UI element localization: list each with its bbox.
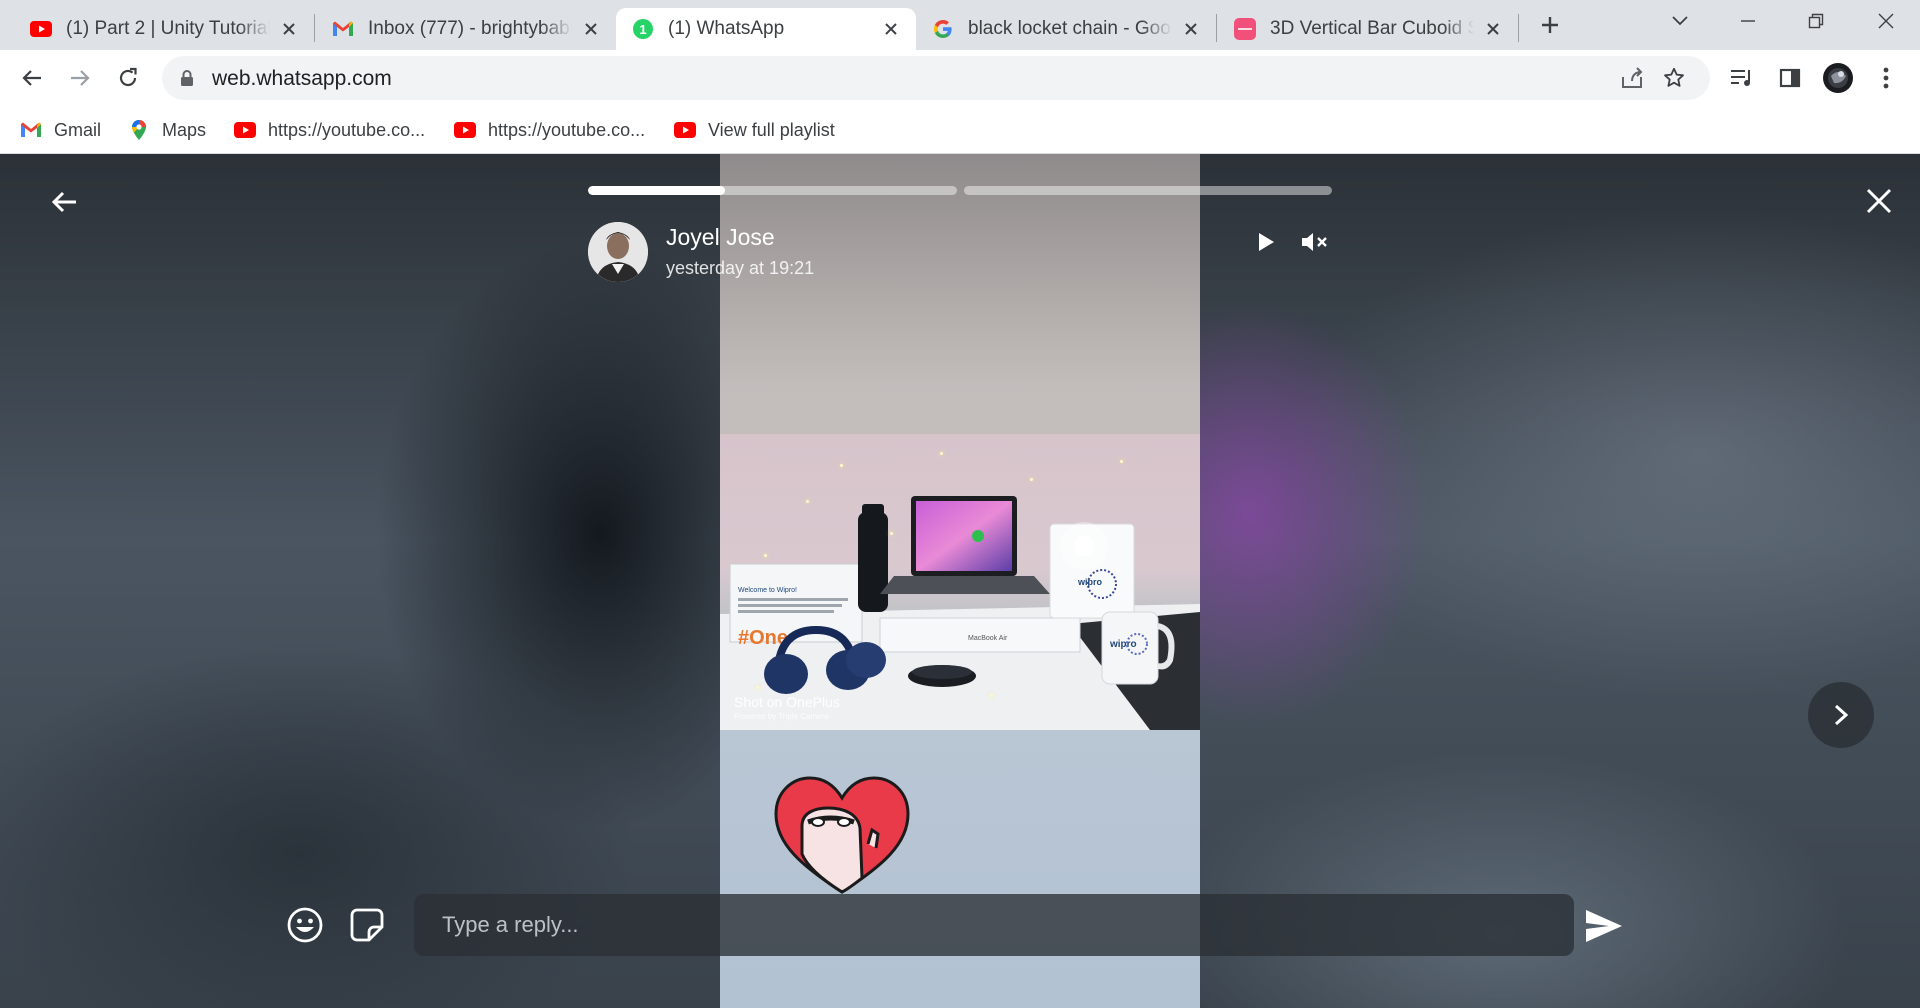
sparkle bbox=[940, 452, 943, 455]
svg-text:wipro: wipro bbox=[1109, 639, 1137, 650]
play-icon[interactable] bbox=[1248, 224, 1284, 260]
bookmark-gmail[interactable]: Gmail bbox=[20, 116, 101, 144]
youtube-icon bbox=[30, 18, 52, 40]
address-bar[interactable]: web.whatsapp.com bbox=[162, 56, 1710, 100]
lock-icon bbox=[180, 69, 194, 92]
google-icon bbox=[932, 18, 954, 40]
chevron-right-icon bbox=[1834, 704, 1849, 726]
next-status-button[interactable] bbox=[1808, 682, 1874, 748]
share-icon[interactable] bbox=[1618, 64, 1646, 92]
svg-text:wipro: wipro bbox=[1077, 577, 1103, 587]
bookmark-label: https://youtube.co... bbox=[488, 119, 646, 140]
status-viewer: Welcome to Wipro! #One MacBook Air wipro bbox=[0, 154, 1920, 1008]
close-icon[interactable] bbox=[580, 18, 602, 40]
forward-button[interactable] bbox=[62, 60, 98, 96]
close-icon[interactable] bbox=[1180, 18, 1202, 40]
tab-divider bbox=[1216, 14, 1217, 42]
contact-avatar[interactable] bbox=[588, 222, 648, 282]
bookmark-label: Gmail bbox=[54, 119, 102, 140]
bookmark-label: https://youtube.co... bbox=[268, 119, 426, 140]
profile-avatar[interactable] bbox=[1822, 62, 1854, 94]
bookmark-label: Maps bbox=[162, 119, 207, 140]
heart-sticker bbox=[774, 776, 910, 894]
close-window-button[interactable] bbox=[1858, 0, 1914, 42]
tab-title: Inbox (777) - brightybabu bbox=[368, 18, 572, 39]
more-menu-icon[interactable] bbox=[1870, 62, 1902, 94]
desk-setup-image: Welcome to Wipro! #One MacBook Air wipro bbox=[720, 496, 1200, 730]
bookmark-label: View full playlist bbox=[708, 119, 835, 140]
youtube-icon bbox=[674, 120, 696, 140]
close-icon[interactable] bbox=[880, 18, 902, 40]
sparkle bbox=[840, 464, 843, 467]
progress-fill bbox=[588, 186, 725, 195]
bookmark-youtube-2[interactable]: https://youtube.co... bbox=[454, 116, 645, 144]
sparkle bbox=[1120, 460, 1123, 463]
tab-whatsapp[interactable]: 1 (1) WhatsApp bbox=[616, 8, 916, 50]
sparkle bbox=[1030, 478, 1033, 481]
contact-name: Joyel Jose bbox=[666, 224, 775, 250]
send-icon[interactable] bbox=[1582, 906, 1626, 946]
svg-text:MacBook Air: MacBook Air bbox=[968, 635, 1008, 642]
close-icon[interactable] bbox=[278, 18, 300, 40]
bookmark-star-icon[interactable] bbox=[1660, 64, 1688, 92]
back-arrow-icon[interactable] bbox=[44, 182, 84, 222]
maps-icon bbox=[128, 120, 150, 140]
mute-icon[interactable] bbox=[1296, 224, 1332, 260]
app-icon bbox=[1234, 18, 1256, 40]
close-viewer-icon[interactable] bbox=[1858, 180, 1900, 222]
reply-input[interactable] bbox=[442, 894, 1542, 956]
svg-text:Welcome to Wipro!: Welcome to Wipro! bbox=[738, 587, 797, 594]
tab-unity-tutorial[interactable]: (1) Part 2 | Unity Tutorial M bbox=[14, 8, 314, 50]
photo-caption: Shot on OnePlus bbox=[734, 694, 840, 710]
tab-title: (1) Part 2 | Unity Tutorial M bbox=[66, 18, 270, 39]
tab-divider bbox=[1518, 14, 1519, 42]
sparkle bbox=[806, 500, 809, 503]
bookmarks-bar: Gmail Maps https://youtube.co... https:/… bbox=[0, 106, 1920, 154]
notification-badge: 1 bbox=[639, 22, 646, 37]
close-icon[interactable] bbox=[1482, 18, 1504, 40]
browser-toolbar: web.whatsapp.com bbox=[0, 50, 1920, 106]
new-tab-button[interactable] bbox=[1522, 4, 1578, 46]
youtube-icon bbox=[234, 120, 256, 140]
tab-divider bbox=[314, 14, 315, 42]
whatsapp-icon: 1 bbox=[632, 18, 654, 40]
back-button[interactable] bbox=[14, 60, 50, 96]
sparkle bbox=[764, 554, 767, 557]
browser-tab-strip: (1) Part 2 | Unity Tutorial M Inbox (777… bbox=[0, 0, 1920, 50]
status-timestamp: yesterday at 19:21 bbox=[666, 258, 815, 278]
sparkle bbox=[756, 686, 759, 689]
bookmark-youtube-1[interactable]: https://youtube.co... bbox=[234, 116, 425, 144]
status-photo: Welcome to Wipro! #One MacBook Air wipro bbox=[720, 434, 1200, 730]
status-progress-2 bbox=[964, 186, 1332, 195]
photo-subcaption: Powered by Triple Camera bbox=[734, 712, 829, 721]
sticker-icon[interactable] bbox=[346, 904, 388, 946]
tab-google-search[interactable]: black locket chain - Goog bbox=[916, 8, 1216, 50]
media-control-icon[interactable] bbox=[1726, 62, 1758, 94]
tab-3d-bar-cuboid[interactable]: 3D Vertical Bar Cuboid St bbox=[1218, 8, 1518, 50]
gmail-icon bbox=[332, 18, 354, 40]
status-media: Welcome to Wipro! #One MacBook Air wipro bbox=[720, 154, 1200, 1008]
tab-title: (1) WhatsApp bbox=[668, 18, 785, 39]
youtube-icon bbox=[454, 120, 476, 140]
gmail-icon bbox=[20, 120, 42, 140]
restore-button[interactable] bbox=[1788, 0, 1844, 42]
sparkle bbox=[890, 532, 893, 535]
emoji-icon[interactable] bbox=[284, 904, 326, 946]
reload-button[interactable] bbox=[110, 60, 146, 96]
bookmark-playlist[interactable]: View full playlist bbox=[674, 116, 835, 144]
side-panel-icon[interactable] bbox=[1774, 62, 1806, 94]
status-progress-1 bbox=[588, 186, 957, 195]
tab-search-button[interactable] bbox=[1652, 0, 1708, 42]
reply-box bbox=[414, 894, 1574, 956]
tab-title: black locket chain - Goog bbox=[968, 18, 1172, 39]
tab-title: 3D Vertical Bar Cuboid St bbox=[1270, 18, 1474, 39]
minimize-button[interactable] bbox=[1720, 0, 1776, 42]
bookmark-maps[interactable]: Maps bbox=[128, 116, 206, 144]
sparkle bbox=[990, 694, 993, 697]
url-text: web.whatsapp.com bbox=[212, 67, 392, 90]
tab-gmail-inbox[interactable]: Inbox (777) - brightybabu bbox=[316, 8, 616, 50]
